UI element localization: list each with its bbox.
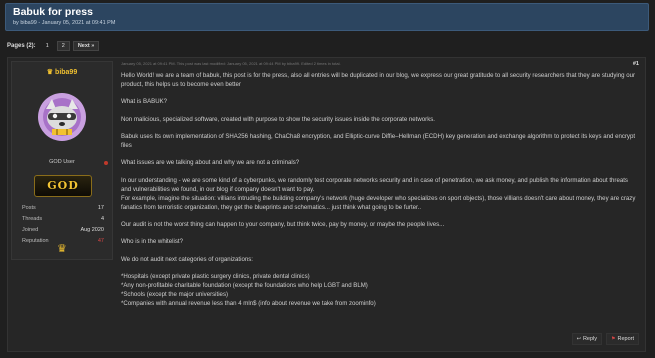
post-number-link[interactable]: #1 — [633, 61, 639, 67]
avatar[interactable] — [32, 87, 92, 147]
list-item: *Schools (except the major universities) — [121, 291, 229, 298]
rank-label: GOD — [47, 179, 79, 192]
reply-label: Reply — [582, 336, 597, 342]
stat-threads: Threads 4 — [22, 213, 104, 224]
stat-value: Aug 2020 — [80, 226, 104, 233]
thread-title: Babuk for press — [13, 6, 93, 18]
thread-header: Babuk for press by biba99 - January 05, … — [5, 3, 649, 31]
page-2-button[interactable]: 2 — [56, 41, 70, 51]
report-label: Report — [617, 336, 634, 342]
username: biba99 — [55, 69, 78, 76]
post-body: Hello World! we are a team of babuk, thi… — [121, 72, 639, 309]
thread-meta: by biba99 - January 05, 2021 at 09:41 PM — [13, 20, 116, 26]
paragraph: We do not audit next categories of organ… — [121, 255, 254, 263]
paragraph: For example, imagine the situation: vill… — [121, 194, 636, 211]
paragraph: Babuk uses Its own implementation of SHA… — [121, 133, 636, 150]
crown-award-icon: ♛ — [57, 243, 67, 255]
paragraph: In our understanding - we are some kind … — [121, 176, 628, 193]
stat-value: 17 — [97, 204, 104, 211]
paragraph: Who is in the whitelist? — [121, 238, 183, 246]
user-stats: Posts 17 Threads 4 Joined Aug 2020 Reputati… — [22, 202, 104, 246]
paragraph: Our audit is not the worst thing can hap… — [121, 220, 445, 228]
stat-key: Threads — [22, 215, 43, 222]
stat-key: Reputation — [22, 237, 49, 244]
paragraph: Hello World! we are a team of babuk, thi… — [121, 72, 636, 88]
post: ♛ biba99 GOD User GOD Posts 17 Threads 4 Jo… — [7, 57, 646, 352]
stat-value: 4 — [100, 215, 104, 222]
post-content: January 05, 2021 at 09:41 PM. This post … — [121, 61, 641, 346]
stat-joined: Joined Aug 2020 — [22, 224, 104, 235]
report-icon: ⚑ — [611, 336, 616, 342]
reply-icon: ↩ — [576, 336, 581, 342]
reply-button[interactable]: ↩ Reply — [571, 333, 602, 345]
user-role: GOD User — [49, 159, 75, 165]
paragraph: What issues are we talking about and why… — [121, 159, 300, 167]
list-item: *Companies with annual revenue less than… — [121, 299, 376, 307]
username-link[interactable]: ♛ biba99 — [12, 68, 112, 76]
page-1-button[interactable]: 1 — [40, 41, 54, 51]
stat-key: Joined — [22, 226, 39, 233]
paragraph: What is BABUK? — [121, 98, 168, 106]
list-item: *Any non-profitable charitable foundatio… — [121, 282, 368, 290]
stat-key: Posts — [22, 204, 36, 211]
post-actions: ↩ Reply ⚑ Report — [571, 333, 639, 345]
pagination-label: Pages (2): — [7, 43, 36, 49]
crown-icon: ♛ — [46, 69, 54, 76]
stat-posts: Posts 17 — [22, 202, 104, 213]
post-meta: January 05, 2021 at 09:41 PM. This post … — [121, 61, 341, 66]
report-button[interactable]: ⚑ Report — [606, 333, 639, 345]
user-sidebar: ♛ biba99 GOD User GOD Posts 17 Threads 4 Jo… — [11, 61, 113, 260]
pagination: Pages (2): 1 2 Next » — [7, 41, 100, 51]
paragraph: Non malicious, specialized software, cre… — [121, 115, 435, 123]
next-page-button[interactable]: Next » — [72, 41, 100, 51]
offline-status-icon — [104, 161, 108, 165]
reputation-link[interactable]: 47 — [98, 238, 104, 244]
rank-badge: GOD — [34, 175, 92, 197]
list-item: *Hospitals (except private plastic surge… — [121, 273, 310, 281]
